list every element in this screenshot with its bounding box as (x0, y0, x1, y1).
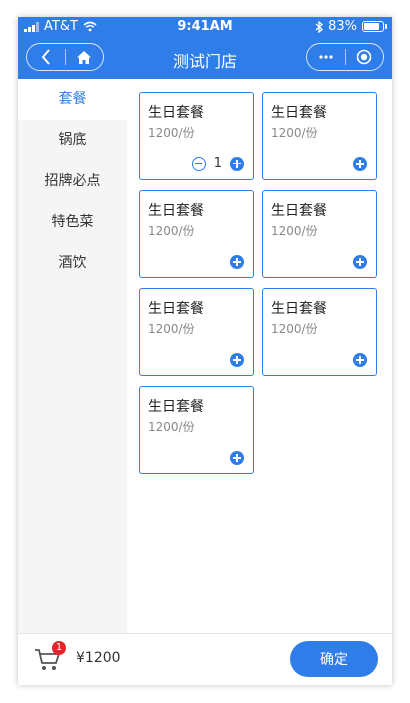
product-name: 生日套餐 (271, 203, 327, 219)
product-card[interactable]: 生日套餐 1200/份 (139, 190, 254, 278)
plus-circle-icon[interactable] (230, 156, 244, 171)
product-card[interactable]: 生日套餐 1200/份 (139, 288, 254, 376)
product-name: 生日套餐 (271, 105, 327, 121)
plus-circle-icon[interactable] (230, 451, 244, 465)
sidebar-item-combo[interactable]: 套餐 (18, 79, 127, 120)
status-right: 83% (315, 19, 387, 34)
cart-count-badge: 1 (52, 641, 66, 655)
product-card[interactable]: 生日套餐 1200/份 (262, 92, 377, 180)
product-name: 生日套餐 (271, 301, 327, 317)
target-circle-icon (356, 49, 372, 65)
product-card[interactable]: 生日套餐 1200/份 (262, 288, 377, 376)
product-price: 1200/份 (148, 224, 195, 238)
quantity-stepper (230, 451, 244, 465)
product-price: 1200/份 (271, 126, 318, 140)
quantity-value: 1 (213, 156, 222, 171)
minus-circle-icon[interactable] (191, 156, 206, 171)
product-price: 1200/份 (271, 322, 318, 336)
quantity-stepper: 1 (191, 156, 244, 171)
product-name: 生日套餐 (148, 399, 204, 415)
nav-capsule-right (306, 43, 384, 71)
product-price: 1200/份 (271, 224, 318, 238)
top-bar: AT&T 9:41AM 83% 测试门店 (18, 17, 392, 79)
product-name: 生日套餐 (148, 105, 204, 121)
quantity-stepper (353, 353, 367, 367)
product-card[interactable]: 生日套餐 1200/份 (262, 190, 377, 278)
category-sidebar: 套餐 锅底 招牌必点 特色菜 酒饮 (18, 79, 127, 633)
bluetooth-icon (315, 20, 324, 33)
plus-circle-icon[interactable] (230, 255, 244, 269)
phone-screen: AT&T 9:41AM 83% 测试门店 套餐 锅底 招牌必点 特色菜 酒饮 生… (18, 17, 392, 685)
plus-circle-icon[interactable] (353, 353, 367, 367)
product-name: 生日套餐 (148, 203, 204, 219)
cart-total: ¥1200 (76, 650, 121, 666)
sidebar-item-specialty[interactable]: 特色菜 (18, 202, 127, 243)
product-price: 1200/份 (148, 420, 195, 434)
quantity-stepper (230, 255, 244, 269)
battery-percent: 83% (328, 19, 357, 34)
plus-circle-icon[interactable] (230, 353, 244, 367)
quantity-stepper (353, 157, 367, 171)
plus-circle-icon[interactable] (353, 157, 367, 171)
confirm-button[interactable]: 确定 (290, 641, 378, 677)
product-grid: 生日套餐 1200/份 1 生日套餐 1200/份 生日套餐 1200/份 生日… (139, 92, 377, 474)
product-card[interactable]: 生日套餐 1200/份 1 (139, 92, 254, 180)
product-price: 1200/份 (148, 322, 195, 336)
sidebar-item-signature[interactable]: 招牌必点 (18, 161, 127, 202)
battery-icon (362, 21, 387, 32)
product-name: 生日套餐 (148, 301, 204, 317)
more-dots-icon (319, 55, 333, 59)
plus-circle-icon[interactable] (353, 255, 367, 269)
product-price: 1200/份 (148, 126, 195, 140)
sidebar-item-drinks[interactable]: 酒饮 (18, 243, 127, 284)
status-bar: AT&T 9:41AM 83% (18, 17, 392, 37)
quantity-stepper (230, 353, 244, 367)
cart-bar: 1 ¥1200 确定 (18, 633, 392, 685)
sidebar-item-soup-base[interactable]: 锅底 (18, 120, 127, 161)
close-miniprogram-button[interactable] (346, 44, 384, 70)
product-card[interactable]: 生日套餐 1200/份 (139, 386, 254, 474)
more-button[interactable] (307, 44, 345, 70)
product-list: 生日套餐 1200/份 1 生日套餐 1200/份 生日套餐 1200/份 生日… (127, 79, 392, 633)
quantity-stepper (353, 255, 367, 269)
